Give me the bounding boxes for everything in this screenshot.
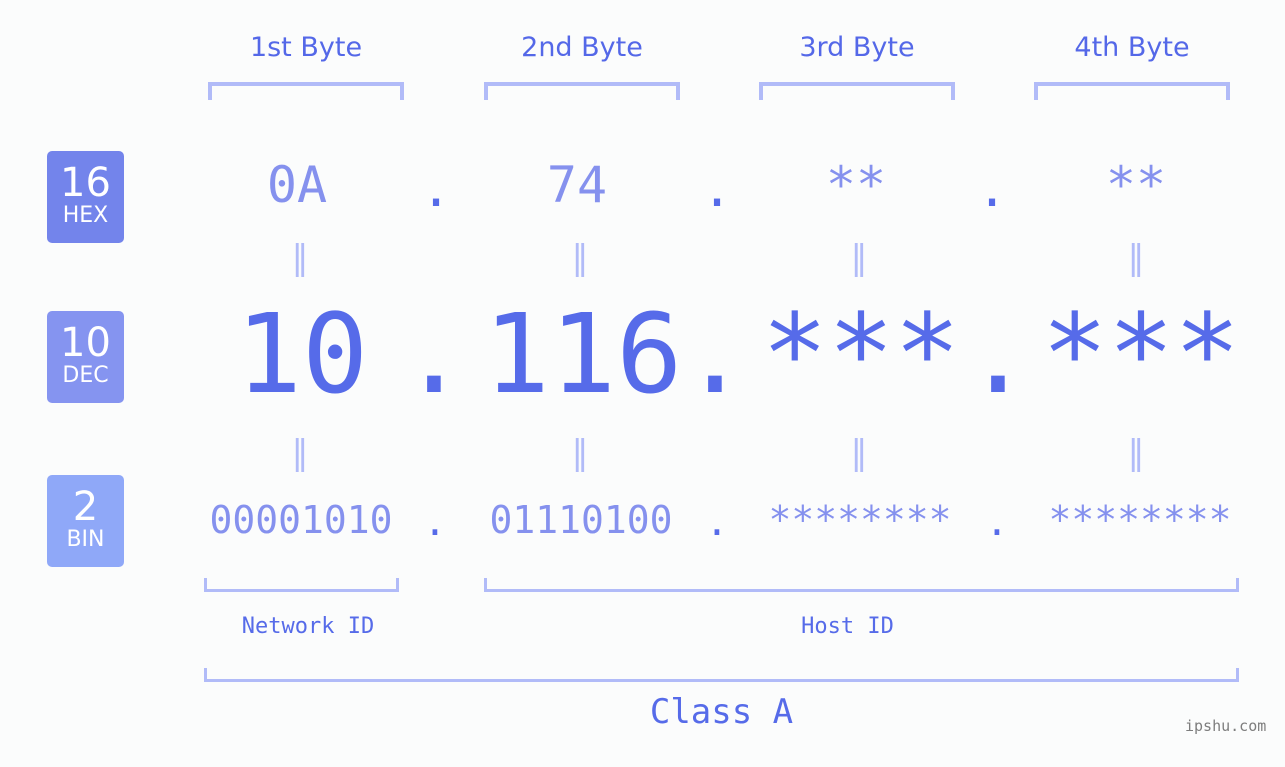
dec-byte-2: 116: [483, 290, 683, 418]
dec-byte-4: ***: [1041, 290, 1241, 418]
equals-icon: ‖: [291, 238, 309, 278]
network-id-bracket: [204, 578, 399, 592]
dec-dot-1: .: [400, 290, 468, 418]
hex-badge-label: HEX: [62, 203, 109, 228]
bin-badge-number: 2: [72, 484, 99, 530]
byte-bracket-2: [484, 82, 680, 100]
byte-header-4: 4th Byte: [1074, 32, 1190, 63]
host-id-bracket: [484, 578, 1239, 592]
hex-badge: 16 HEX: [47, 151, 124, 243]
dec-byte-1: 10: [235, 290, 369, 418]
byte-bracket-1: [208, 82, 404, 100]
bin-byte-3: ********: [768, 498, 952, 542]
dec-dot-3: .: [964, 290, 1032, 418]
equals-icon: ‖: [850, 238, 868, 278]
byte-bracket-3: [759, 82, 955, 100]
equals-icon: ‖: [571, 238, 589, 278]
dec-badge-label: DEC: [62, 363, 109, 388]
bin-dot-1: .: [423, 500, 447, 544]
equals-icon: ‖: [1127, 433, 1145, 473]
bin-badge: 2 BIN: [47, 475, 124, 567]
equals-icon: ‖: [571, 433, 589, 473]
byte-header-3: 3rd Byte: [799, 32, 915, 63]
equals-icon: ‖: [1127, 238, 1145, 278]
byte-header-2: 2nd Byte: [521, 32, 643, 63]
dec-badge: 10 DEC: [47, 311, 124, 403]
class-bracket: [204, 668, 1239, 682]
dec-badge-number: 10: [60, 320, 111, 366]
class-label: Class A: [649, 692, 794, 732]
watermark: ipshu.com: [1185, 717, 1267, 735]
hex-dot-3: .: [976, 160, 1008, 218]
network-id-label: Network ID: [241, 614, 375, 639]
bin-dot-2: .: [705, 500, 729, 544]
bin-badge-label: BIN: [66, 527, 105, 552]
hex-byte-2: 74: [546, 156, 608, 214]
hex-byte-4: **: [1105, 156, 1167, 214]
dec-dot-2: .: [681, 290, 749, 418]
hex-byte-1: 0A: [266, 156, 328, 214]
byte-header-1: 1st Byte: [249, 32, 363, 63]
dec-byte-3: ***: [761, 290, 961, 418]
host-id-label: Host ID: [801, 614, 894, 639]
equals-icon: ‖: [291, 433, 309, 473]
bin-byte-4: ********: [1048, 498, 1232, 542]
bin-byte-2: 01110100: [489, 498, 673, 542]
equals-icon: ‖: [850, 433, 868, 473]
hex-byte-3: **: [825, 156, 887, 214]
hex-badge-number: 16: [60, 160, 111, 206]
hex-dot-1: .: [420, 160, 452, 218]
bin-dot-3: .: [985, 500, 1009, 544]
byte-bracket-4: [1034, 82, 1230, 100]
bin-byte-1: 00001010: [209, 498, 393, 542]
hex-dot-2: .: [701, 160, 733, 218]
